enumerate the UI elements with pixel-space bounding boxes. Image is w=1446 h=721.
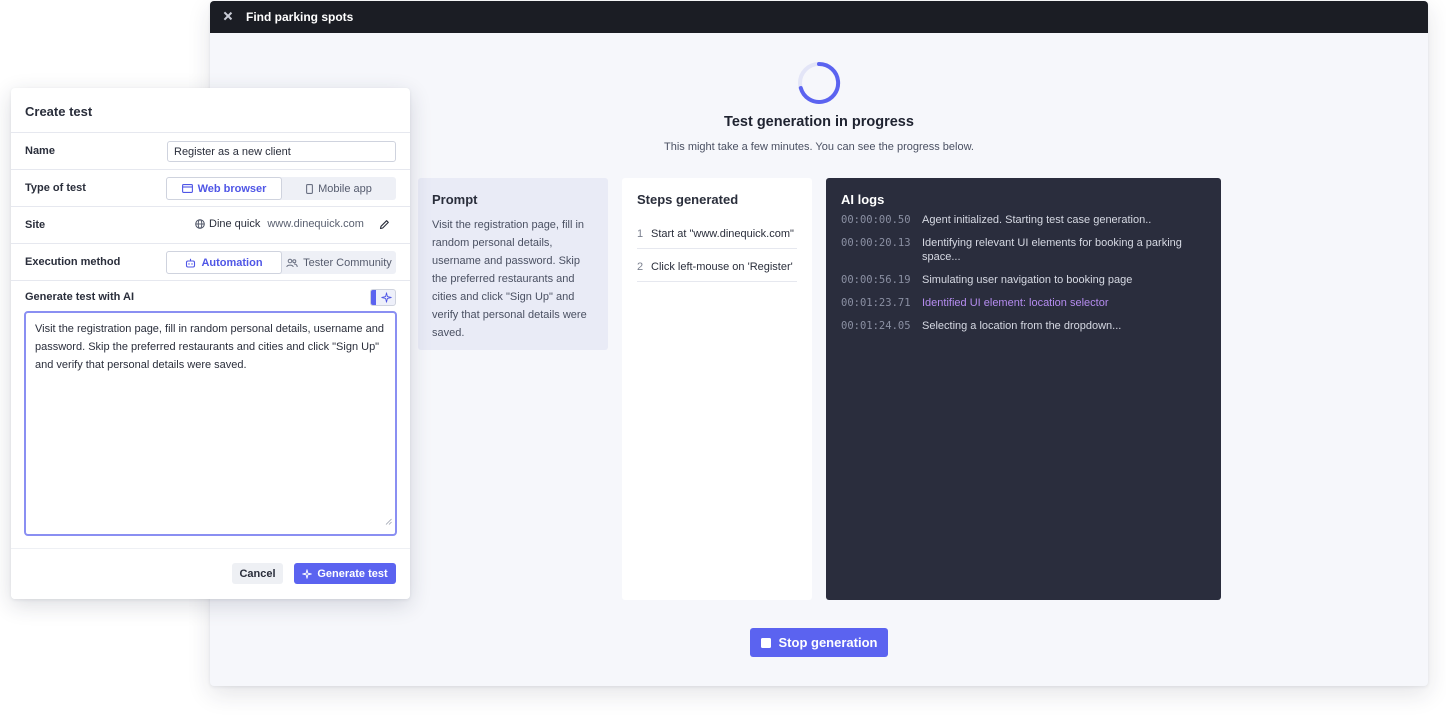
type-option-label: Web browser [197, 182, 267, 195]
panel-footer: Cancel Generate test [11, 548, 410, 599]
execution-label: Execution method [25, 256, 121, 268]
create-test-panel: Create test Name Type of test Web browse… [11, 88, 410, 599]
type-row: Type of test Web browser Mobile app [11, 170, 410, 207]
execution-option-label: Tester Community [303, 256, 392, 269]
log-entry: 00:00:20.13 Identifying relevant UI elem… [841, 236, 1206, 264]
type-label: Type of test [25, 182, 86, 194]
ai-prompt-text: Visit the registration page, fill in ran… [35, 323, 384, 371]
log-message: Selecting a location from the dropdown..… [922, 320, 1122, 332]
pencil-icon[interactable] [379, 219, 390, 233]
sparkle-icon [381, 292, 392, 305]
type-option-web-browser[interactable]: Web browser [166, 177, 282, 200]
stop-generation-label: Stop generation [778, 635, 878, 650]
step-item: 1 Start at "www.dinequick.com" [637, 216, 797, 249]
close-icon[interactable] [222, 11, 234, 23]
log-message: Identifying relevant UI elements for boo… [922, 237, 1182, 263]
name-row: Name [11, 133, 410, 170]
generate-test-button[interactable]: Generate test [294, 563, 396, 584]
site-label: Site [25, 219, 46, 231]
generate-test-label: Generate test [317, 567, 388, 580]
log-message: Simulating user navigation to booking pa… [922, 274, 1133, 286]
generate-ai-row: Generate test with AI [11, 281, 410, 312]
step-text: Start at "www.dinequick.com" [651, 228, 794, 240]
create-test-title: Create test [11, 88, 410, 133]
prompt-card-text: Visit the registration page, fill in ran… [432, 219, 587, 339]
steps-card-title: Steps generated [637, 192, 739, 207]
prompt-card-title: Prompt [432, 192, 478, 207]
step-text: Click left-mouse on 'Register' [651, 261, 793, 273]
stop-generation-button[interactable]: Stop generation [750, 628, 888, 657]
generate-ai-label: Generate test with AI [25, 290, 135, 303]
log-timestamp: 00:00:20.13 [841, 237, 911, 249]
step-number: 1 [637, 228, 644, 240]
log-timestamp: 00:00:00.50 [841, 214, 911, 226]
log-timestamp: 00:01:23.71 [841, 297, 911, 309]
name-label: Name [25, 145, 55, 157]
type-option-label: Mobile app [318, 182, 372, 195]
site-url[interactable]: www.dinequick.com [267, 218, 364, 230]
ai-toggle-knob [371, 290, 376, 305]
log-entry: 00:00:00.50 Agent initialized. Starting … [841, 213, 1206, 227]
execution-segmented-control: Automation Tester Community [166, 251, 396, 274]
window-titlebar: Find parking spots [210, 1, 1428, 33]
log-entry-highlighted: 00:01:23.71 Identified UI element: locat… [841, 296, 1206, 310]
execution-option-tester-community[interactable]: Tester Community [282, 251, 396, 274]
execution-option-automation[interactable]: Automation [166, 251, 282, 274]
type-option-mobile-app[interactable]: Mobile app [282, 177, 396, 200]
stop-icon [760, 637, 771, 648]
globe-icon [195, 219, 205, 229]
ai-toggle[interactable] [370, 289, 396, 306]
mobile-icon [306, 183, 314, 194]
log-message: Agent initialized. Starting test case ge… [922, 214, 1152, 226]
ai-logs-card: AI logs 00:00:00.50 Agent initialized. S… [826, 178, 1221, 600]
prompt-card: Prompt Visit the registration page, fill… [418, 178, 608, 350]
log-message: Identified UI element: location selector [922, 297, 1109, 309]
spinner-icon [798, 61, 841, 104]
type-segmented-control: Web browser Mobile app [166, 177, 396, 200]
step-number: 2 [637, 261, 644, 273]
log-timestamp: 00:01:24.05 [841, 320, 911, 332]
ai-logs-title: AI logs [841, 192, 885, 207]
execution-row: Execution method Automation Tester Commu… [11, 244, 410, 281]
steps-card: Steps generated 1 Start at "www.dinequic… [622, 178, 812, 600]
name-input[interactable] [167, 141, 396, 162]
site-row: Site Dine quick www.dinequick.com [11, 207, 410, 244]
execution-option-label: Automation [201, 256, 263, 269]
resize-grip-icon[interactable] [385, 513, 392, 531]
ai-prompt-textarea[interactable]: Visit the registration page, fill in ran… [24, 311, 397, 536]
log-entry: 00:01:24.05 Selecting a location from th… [841, 319, 1206, 333]
step-item: 2 Click left-mouse on 'Register' [637, 249, 797, 282]
site-value: Dine quick www.dinequick.com [195, 218, 364, 230]
log-entry: 00:00:56.19 Simulating user navigation t… [841, 273, 1206, 287]
site-name: Dine quick [209, 218, 261, 230]
log-timestamp: 00:00:56.19 [841, 274, 911, 286]
sparkle-icon [302, 568, 313, 579]
browser-icon [181, 184, 193, 193]
people-icon [286, 258, 298, 268]
cancel-button[interactable]: Cancel [232, 563, 283, 584]
window-title: Find parking spots [246, 10, 354, 24]
robot-icon [185, 258, 196, 268]
